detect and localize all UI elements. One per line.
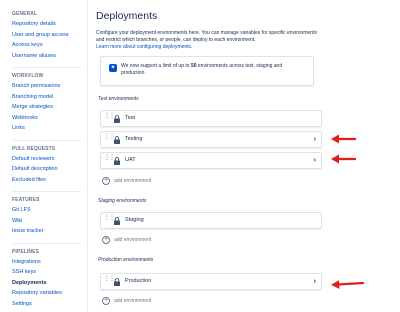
add-environment-label: add environment (114, 298, 152, 304)
drag-handle-icon[interactable]: ⋮⋮ (104, 134, 115, 144)
sidebar-item-issue-tracker[interactable]: Issue tracker (12, 226, 87, 237)
page-title: Deployments (96, 10, 158, 22)
settings-sidebar: GENERAL Repository details User and grou… (0, 0, 88, 312)
chevron-right-icon[interactable]: › (314, 132, 316, 147)
add-environment-staging[interactable]: + add environment (102, 235, 151, 245)
add-environment-production[interactable]: + add environment (102, 296, 151, 306)
env-row-staging[interactable]: ⋮⋮ Staging (100, 212, 322, 229)
add-environment-test[interactable]: + add environment (102, 176, 151, 186)
sidebar-item-merge-strategies[interactable]: Merge strategies (12, 102, 87, 113)
add-environment-label: add environment (114, 178, 152, 184)
sidebar-item-access-keys[interactable]: Access keys (12, 40, 87, 51)
sidebar-item-links[interactable]: Links (12, 123, 87, 134)
sidebar-item-username-aliases[interactable]: Username aliases (12, 51, 87, 62)
drag-handle-icon[interactable]: ⋮⋮ (104, 155, 115, 165)
learn-more-link[interactable]: Learn more about configuring deployments… (96, 44, 192, 50)
annotation-arrow-left-icon (331, 134, 356, 144)
sidebar-divider (12, 139, 81, 141)
drag-handle-icon[interactable]: ⋮⋮ (104, 113, 115, 123)
env-name: Testing (125, 136, 143, 142)
chevron-right-icon[interactable]: › (314, 153, 316, 168)
group-label-test: Test environments (98, 96, 139, 102)
drag-handle-icon[interactable]: ⋮⋮ (104, 215, 115, 225)
sidebar-item-git-lfs[interactable]: Git LFS (12, 205, 87, 216)
lock-icon (114, 278, 120, 286)
sidebar-item-deployments[interactable]: Deployments (12, 278, 87, 289)
group-label-production: Production environments (98, 257, 154, 263)
env-name: UAT (125, 157, 136, 163)
sidebar-item-user-group-access[interactable]: User and group access (12, 30, 87, 41)
sidebar-section-workflow: WORKFLOW Branch permissions Branching mo… (12, 72, 87, 134)
sidebar-item-branching-model[interactable]: Branching model (12, 92, 87, 103)
sidebar-section-pipelines: PIPELINES Integrations SSH keys Deployme… (12, 248, 87, 310)
lock-icon (114, 157, 120, 165)
drag-handle-icon[interactable]: ⋮⋮ (104, 276, 115, 286)
sidebar-item-webhooks[interactable]: Webhooks (12, 113, 87, 124)
sidebar-section-features: FEATURES Git LFS Wiki Issue tracker (12, 196, 87, 237)
env-name: Test (125, 115, 136, 121)
env-row-production[interactable]: ⋮⋮ Production › (100, 273, 322, 290)
sidebar-divider (12, 242, 81, 244)
sidebar-item-wiki[interactable]: Wiki (12, 216, 87, 227)
sidebar-divider (12, 191, 81, 192)
megaphone-icon: ✦ (109, 64, 117, 72)
add-environment-label: add environment (114, 237, 152, 243)
intro-text: Configure your deployment environments h… (96, 30, 317, 43)
sidebar-item-settings[interactable]: Settings (12, 299, 87, 310)
sidebar-item-excluded-files[interactable]: Excluded files (12, 175, 87, 186)
lock-icon (114, 115, 120, 123)
sidebar-heading: FEATURES (12, 197, 40, 203)
env-row-testing[interactable]: ⋮⋮ Testing › (100, 131, 322, 148)
chevron-right-icon[interactable]: › (314, 274, 316, 289)
add-icon: + (102, 176, 110, 185)
group-label-staging: Staging environments (98, 198, 147, 204)
add-icon: + (102, 296, 110, 305)
sidebar-heading: PULL REQUESTS (12, 145, 56, 152)
sidebar-section-general: GENERAL Repository details User and grou… (12, 10, 87, 61)
sidebar-item-integrations[interactable]: Integrations (12, 257, 87, 268)
sidebar-item-ssh-keys[interactable]: SSH keys (12, 267, 87, 278)
sidebar-divider (12, 67, 81, 68)
sidebar-heading: PIPELINES (12, 248, 40, 255)
annotation-arrow-left-icon (331, 280, 364, 289)
env-name: Production (125, 278, 152, 284)
info-text-prefix: We now support a limit of up to (121, 63, 191, 69)
sidebar-item-default-description[interactable]: Default description (12, 164, 87, 175)
sidebar-item-repository-variables[interactable]: Repository variables (12, 288, 87, 299)
sidebar-item-repository-details[interactable]: Repository details (12, 19, 87, 30)
env-row-uat[interactable]: ⋮⋮ UAT › (100, 152, 322, 169)
sidebar-item-branch-permissions[interactable]: Branch permissions (12, 81, 87, 92)
info-banner: ✦ We now support a limit of up to 50 env… (100, 56, 314, 86)
lock-icon (114, 217, 120, 225)
sidebar-section-pull-requests: PULL REQUESTS Default reviewers Default … (12, 145, 87, 186)
sidebar-heading: WORKFLOW (12, 73, 44, 79)
lock-icon (114, 136, 120, 144)
annotation-arrow-left-icon (331, 154, 356, 164)
add-icon: + (102, 235, 110, 244)
env-name: Staging (125, 217, 144, 223)
env-row-test[interactable]: ⋮⋮ Test (100, 110, 322, 127)
sidebar-heading: GENERAL (12, 11, 38, 17)
sidebar-item-default-reviewers[interactable]: Default reviewers (12, 154, 87, 165)
